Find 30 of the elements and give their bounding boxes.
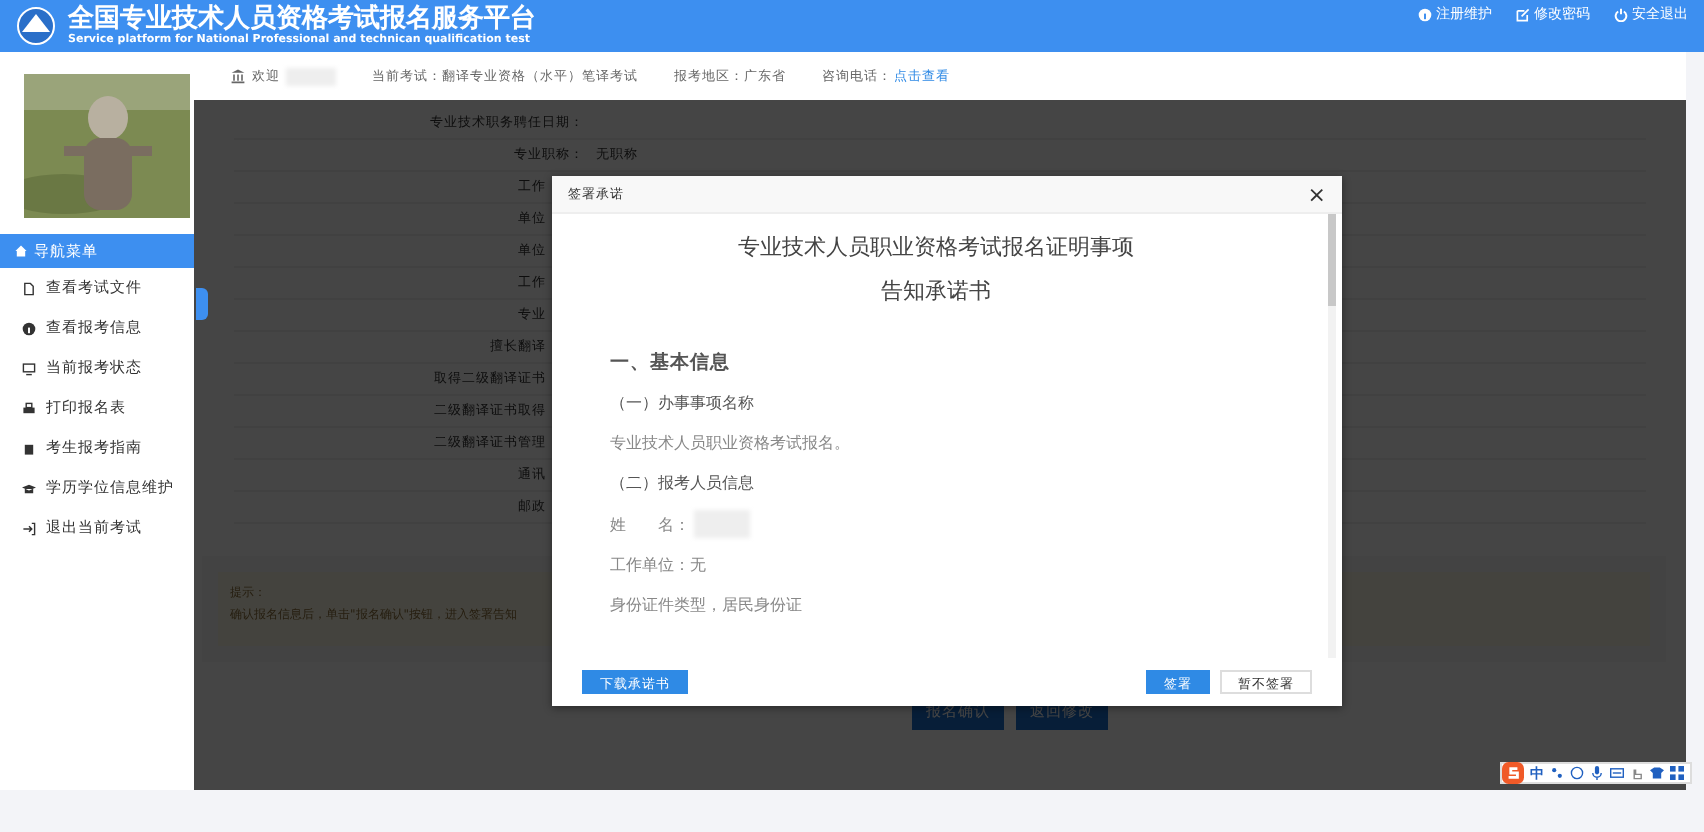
shirt-icon[interactable]	[1650, 766, 1664, 780]
bank-icon	[230, 68, 246, 84]
punctuation-icon[interactable]	[1550, 766, 1564, 780]
document-heading: 专业技术人员职业资格考试报名证明事项	[736, 232, 1136, 264]
grid-icon[interactable]	[1670, 766, 1684, 780]
printer-icon	[22, 401, 36, 415]
document-text: 姓 名：	[610, 513, 690, 537]
info-icon	[22, 321, 36, 335]
document-text: （二）报考人员信息	[610, 472, 756, 496]
info-icon	[1418, 7, 1432, 21]
home-icon	[14, 244, 28, 258]
file-icon	[22, 281, 36, 295]
monitor-icon	[22, 361, 36, 375]
graduation-cap-icon	[22, 481, 36, 495]
book-icon	[22, 441, 36, 455]
document-heading: 告知承诺书	[879, 276, 993, 308]
document-text: 身份证件类型，居民身份证	[610, 594, 804, 618]
collapse-handle[interactable]	[196, 288, 208, 320]
document-text: （一）办事事项名称	[610, 392, 756, 416]
exit-icon	[22, 521, 36, 535]
site-title: 全国专业技术人员资格考试报名服务平台	[68, 4, 538, 34]
edit-icon	[1516, 7, 1530, 21]
close-button[interactable]: ×	[1307, 181, 1326, 207]
document-text: 专业技术人员职业资格考试报名。	[610, 432, 852, 456]
keyboard-icon[interactable]	[1610, 766, 1624, 780]
microphone-icon[interactable]	[1590, 766, 1604, 780]
document-text: 工作单位：无	[610, 554, 708, 578]
power-icon	[1614, 7, 1628, 21]
document-text: 一、基本信息	[610, 350, 732, 376]
logo-icon	[16, 6, 56, 46]
